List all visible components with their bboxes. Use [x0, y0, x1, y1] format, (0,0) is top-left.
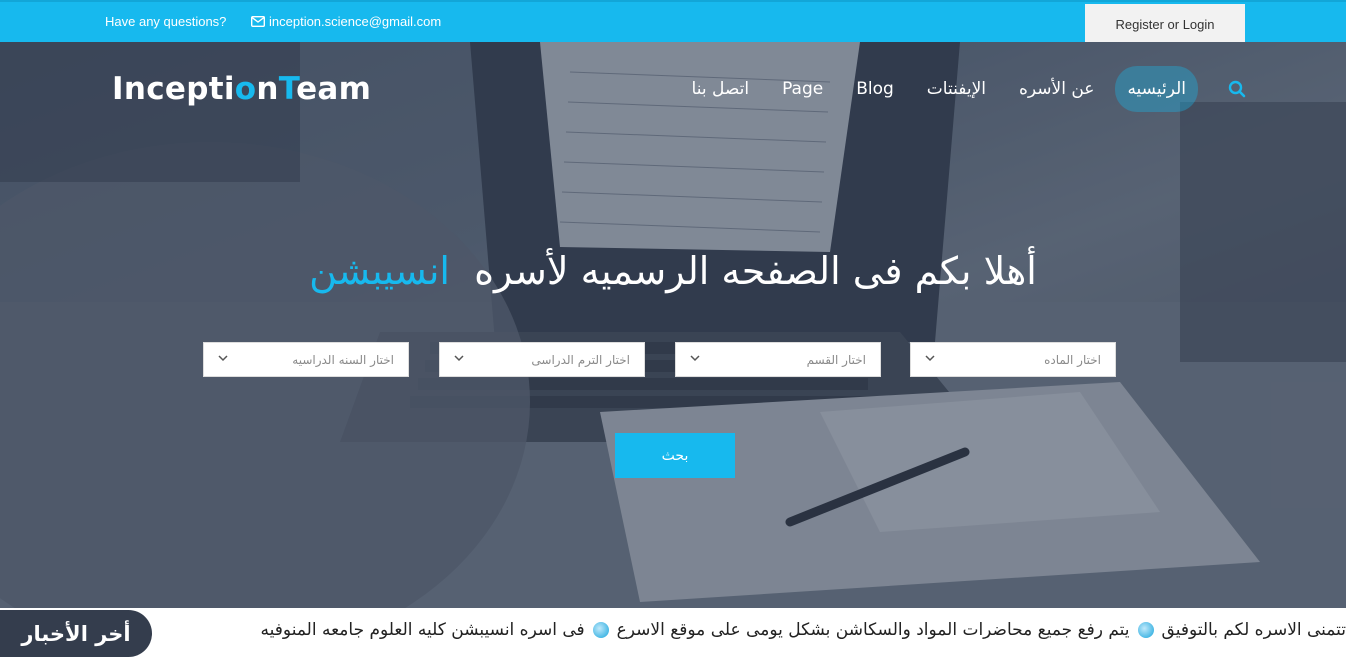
select-placeholder: اختار الترم الدراسى — [531, 352, 630, 367]
main-nav: الرئيسيه عن الأسره الإيفنتات Blog Page ا… — [671, 66, 1198, 112]
logo-accent-part: T — [278, 71, 297, 107]
department-select[interactable]: اختار القسم — [675, 342, 881, 377]
nav-item-contact[interactable]: اتصل بنا — [680, 66, 762, 112]
logo-accent-part: o — [234, 71, 257, 107]
nav-item-blog[interactable]: Blog — [844, 66, 906, 112]
chevron-down-icon — [690, 355, 700, 362]
latest-news-label: أخر الأخبار — [0, 610, 152, 657]
logo-text-part: n — [256, 71, 279, 107]
hero-section: InceptionTeam الرئيسيه عن الأسره الإيفنت… — [0, 42, 1346, 608]
bullet-icon — [592, 622, 609, 638]
headline-main: أهلا بكم فى الصفحه الرسميه لأسره — [474, 249, 1037, 293]
hero-headline: أهلا بكم فى الصفحه الرسميه لأسره انسيبشن — [0, 249, 1346, 293]
select-placeholder: اختار القسم — [806, 352, 866, 367]
chevron-down-icon — [454, 355, 464, 362]
nav-item-home[interactable]: الرئيسيه — [1115, 66, 1198, 112]
headline-accent: انسيبشن — [309, 249, 450, 293]
chevron-down-icon — [218, 355, 228, 362]
envelope-icon — [251, 16, 265, 27]
ticker-item[interactable]: تتمنى الاسره لكم بالتوفيق — [1162, 620, 1346, 640]
year-select[interactable]: اختار السنه الدراسيه — [203, 342, 409, 377]
search-icon[interactable] — [1228, 80, 1246, 98]
ticker-item[interactable]: يتم رفع جميع محاضرات المواد والسكاشن بشك… — [617, 620, 1130, 640]
select-placeholder: اختار السنه الدراسيه — [292, 352, 394, 367]
register-login-button[interactable]: Register or Login — [1085, 4, 1245, 44]
site-logo[interactable]: InceptionTeam — [112, 71, 371, 107]
subject-select[interactable]: اختار الماده — [910, 342, 1116, 377]
ticker-item[interactable]: فى اسره انسيبشن كليه العلوم جامعه المنوف… — [261, 620, 585, 640]
email-text: inception.science@gmail.com — [269, 14, 442, 29]
hero-overlay — [0, 42, 1346, 608]
term-select[interactable]: اختار الترم الدراسى — [439, 342, 645, 377]
top-bar: Have any questions? inception.science@gm… — [0, 0, 1346, 44]
ticker-track: تتمنى الاسره لكم بالتوفيق يتم رفع جميع م… — [261, 620, 1346, 640]
chevron-down-icon — [925, 355, 935, 362]
questions-text: Have any questions? — [105, 14, 227, 29]
news-ticker: أخر الأخبار تتمنى الاسره لكم بالتوفيق يت… — [0, 608, 1346, 657]
search-button[interactable]: بحث — [615, 433, 735, 478]
logo-text-part: Incepti — [112, 71, 235, 107]
email-link[interactable]: inception.science@gmail.com — [251, 14, 441, 29]
bullet-icon — [1137, 622, 1154, 638]
logo-text-part: eam — [296, 71, 372, 107]
nav-item-about[interactable]: عن الأسره — [1007, 66, 1106, 112]
nav-item-page[interactable]: Page — [770, 66, 835, 112]
nav-item-events[interactable]: الإيفنتات — [915, 66, 998, 112]
select-placeholder: اختار الماده — [1044, 352, 1101, 367]
